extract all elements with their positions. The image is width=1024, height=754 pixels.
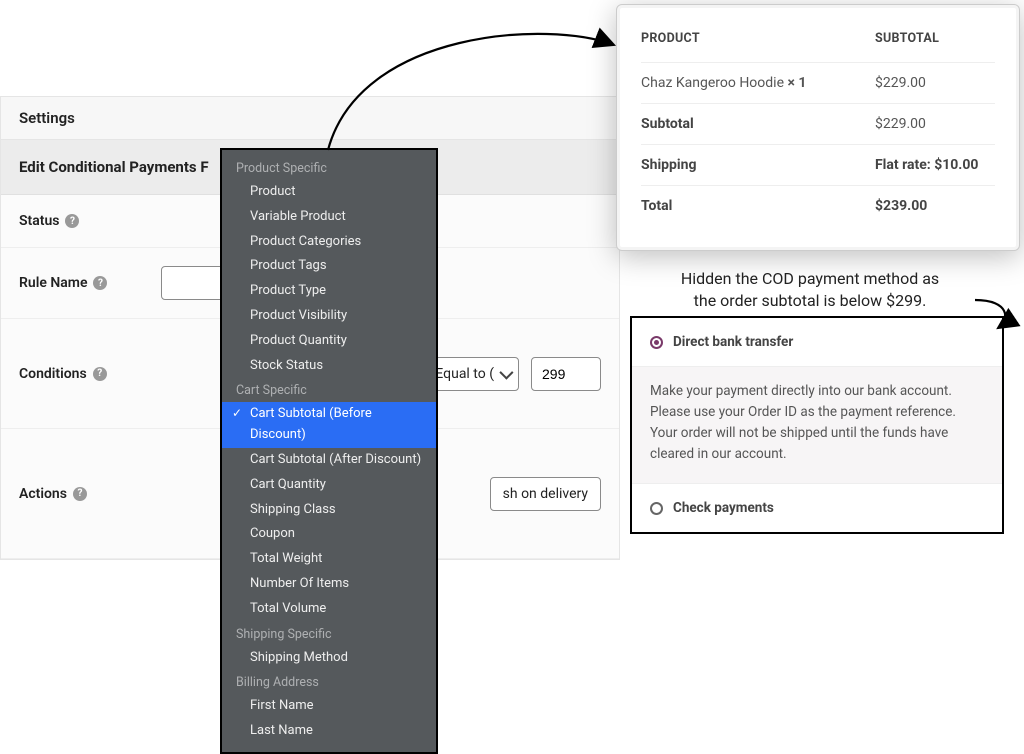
dropdown-item[interactable]: Product Type <box>222 279 436 304</box>
dropdown-item[interactable]: Product Tags <box>222 254 436 279</box>
checkout-shipping-row: Shipping Flat rate: $10.00 <box>641 144 995 185</box>
annotation-line1: Hidden the COD payment method as <box>681 269 939 288</box>
dropdown-item[interactable]: Last Name <box>222 719 436 744</box>
item-name-text: Chaz Kangeroo Hoodie <box>641 75 787 91</box>
shipping-value: Flat rate: $10.00 <box>875 157 995 173</box>
label-conditions-text: Conditions <box>19 366 87 382</box>
dropdown-item[interactable]: Stock Status <box>222 354 436 379</box>
dropdown-item[interactable]: Product Visibility <box>222 304 436 329</box>
dropdown-item[interactable]: Shipping Method <box>222 646 436 671</box>
dropdown-item[interactable]: Variable Product <box>222 205 436 230</box>
label-actions: Actions ? <box>19 486 149 502</box>
line-item-name: Chaz Kangeroo Hoodie × 1 <box>641 75 875 91</box>
action-method-select[interactable]: sh on delivery <box>490 477 601 511</box>
condition-field-dropdown[interactable]: Product SpecificProductVariable ProductP… <box>220 148 438 754</box>
chevron-down-icon <box>499 365 513 379</box>
col-subtotal: SUBTOTAL <box>875 31 995 46</box>
help-icon[interactable]: ? <box>93 276 107 290</box>
dropdown-item[interactable]: Product Quantity <box>222 329 436 354</box>
subtotal-value: $229.00 <box>875 116 995 132</box>
help-icon[interactable]: ? <box>93 367 107 381</box>
dropdown-group-label: Product Specific <box>222 156 436 180</box>
radio-icon[interactable] <box>650 502 663 515</box>
label-status: Status ? <box>19 213 149 229</box>
dropdown-item[interactable]: Shipping Class <box>222 498 436 523</box>
dropdown-item[interactable]: Product <box>222 180 436 205</box>
help-icon[interactable]: ? <box>73 487 87 501</box>
label-rule-name: Rule Name ? <box>19 275 149 291</box>
dropdown-item[interactable]: Number Of Items <box>222 572 436 597</box>
label-rule-name-text: Rule Name <box>19 275 87 291</box>
payment-option-label: Check payments <box>673 500 774 516</box>
payment-methods-box: Direct bank transfer Make your payment d… <box>630 316 1004 534</box>
dropdown-item[interactable]: Total Weight <box>222 547 436 572</box>
payment-option-label: Direct bank transfer <box>673 334 793 350</box>
payment-option-bank-transfer[interactable]: Direct bank transfer <box>632 318 1002 366</box>
checkout-summary-card: PRODUCT SUBTOTAL Chaz Kangeroo Hoodie × … <box>616 4 1020 251</box>
dropdown-group-label: Cart Specific <box>222 378 436 402</box>
payment-option-check[interactable]: Check payments <box>632 483 1002 532</box>
subtotal-label: Subtotal <box>641 116 875 132</box>
checkout-line-item: Chaz Kangeroo Hoodie × 1 $229.00 <box>641 62 995 103</box>
label-actions-text: Actions <box>19 486 67 502</box>
label-conditions: Conditions ? <box>19 366 149 382</box>
checkout-total-row: Total $239.00 <box>641 185 995 226</box>
total-value: $239.00 <box>875 198 995 214</box>
dropdown-item[interactable]: Total Volume <box>222 597 436 622</box>
checkout-header: PRODUCT SUBTOTAL <box>641 31 995 62</box>
col-product: PRODUCT <box>641 31 875 46</box>
dropdown-item[interactable]: Coupon <box>222 522 436 547</box>
page-title: Settings <box>1 97 619 140</box>
condition-value-input[interactable] <box>531 357 601 391</box>
annotation-note: Hidden the COD payment method as the ord… <box>620 268 1000 311</box>
dropdown-item[interactable]: Cart Quantity <box>222 473 436 498</box>
shipping-label: Shipping <box>641 157 875 173</box>
radio-icon[interactable] <box>650 336 663 349</box>
dropdown-item[interactable]: Cart Subtotal (After Discount) <box>222 448 436 473</box>
dropdown-item[interactable]: Cart Subtotal (Before Discount) <box>222 402 436 448</box>
payment-option-description: Make your payment directly into our bank… <box>632 366 1002 483</box>
checkout-subtotal-row: Subtotal $229.00 <box>641 103 995 144</box>
action-method-text: sh on delivery <box>503 486 588 502</box>
help-icon[interactable]: ? <box>65 214 79 228</box>
annotation-line2: the order subtotal is below $299. <box>694 291 927 310</box>
item-qty: × 1 <box>787 75 806 91</box>
line-item-price: $229.00 <box>875 75 995 91</box>
dropdown-group-label: Billing Address <box>222 670 436 694</box>
dropdown-item[interactable]: Product Categories <box>222 230 436 255</box>
dropdown-item[interactable]: First Name <box>222 694 436 719</box>
total-label: Total <box>641 198 875 214</box>
label-status-text: Status <box>19 213 59 229</box>
